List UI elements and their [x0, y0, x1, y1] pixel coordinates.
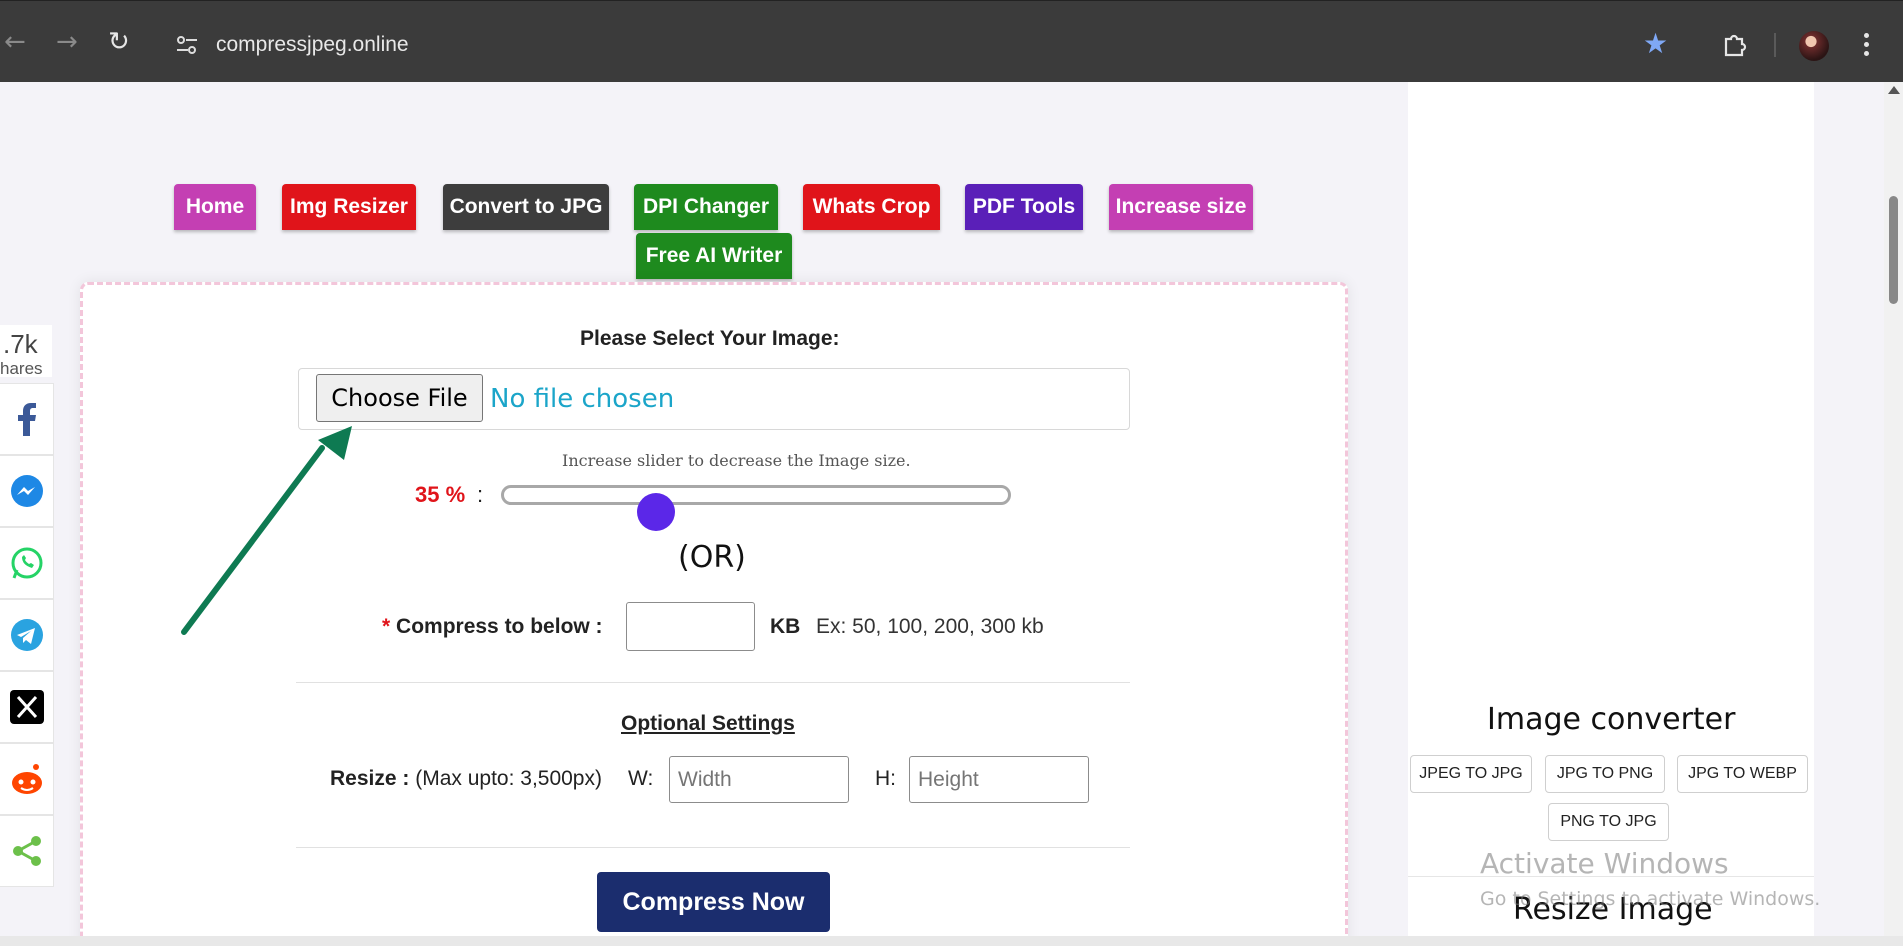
- nav-dpi-changer[interactable]: DPI Changer: [634, 184, 778, 230]
- nav-pdf-tools[interactable]: PDF Tools: [965, 184, 1083, 230]
- link-jpg-to-webp[interactable]: JPG TO WEBP: [1677, 755, 1808, 793]
- slider-colon: :: [477, 482, 484, 507]
- quality-slider-track[interactable]: [501, 485, 1011, 505]
- share-count-number: .7k: [3, 329, 38, 359]
- height-label: H:: [875, 767, 896, 790]
- nav-convert-label: Convert to JPG: [449, 195, 603, 218]
- share-generic-button[interactable]: [0, 815, 54, 887]
- compress-now-button[interactable]: Compress Now: [597, 872, 830, 932]
- select-image-label: Please Select Your Image:: [580, 327, 840, 350]
- bottom-edge: [0, 936, 1903, 946]
- choose-file-button[interactable]: Choose File: [316, 374, 483, 422]
- share-whatsapp-button[interactable]: [0, 527, 54, 599]
- scroll-up-icon[interactable]: [1888, 86, 1900, 94]
- nav-convert-to-jpg[interactable]: Convert to JPG: [443, 184, 609, 230]
- resize-max-note: (Max upto: 3,500px): [415, 767, 602, 790]
- nav-free-ai-writer[interactable]: Free AI Writer: [636, 233, 792, 279]
- activate-windows-subtext: Go to Settings to activate Windows.: [1480, 888, 1821, 910]
- site-settings-icon[interactable]: [176, 35, 198, 55]
- address-bar-url[interactable]: compressjpeg.online: [216, 33, 409, 57]
- target-kb-input[interactable]: [626, 602, 755, 651]
- share-count-label: hares: [0, 359, 43, 378]
- optional-settings-title: Optional Settings: [621, 712, 795, 735]
- no-file-chosen-text: No file chosen: [490, 384, 675, 414]
- divider: [296, 847, 1130, 848]
- compress-to-below-label: * Compress to below :: [382, 615, 603, 639]
- browser-toolbar: ← → ↻ compressjpeg.online ★: [0, 0, 1903, 82]
- profile-avatar[interactable]: [1799, 31, 1829, 61]
- nav-home-label: Home: [185, 195, 245, 218]
- link-jpg-to-png[interactable]: JPG TO PNG: [1545, 755, 1665, 793]
- share-counter: .7k hares: [0, 325, 52, 378]
- image-converter-title: Image converter: [1487, 702, 1736, 737]
- share-reddit-button[interactable]: [0, 743, 54, 815]
- resize-label-bold: Resize :: [330, 767, 410, 790]
- reload-icon[interactable]: ↻: [108, 29, 130, 55]
- telegram-icon: [10, 619, 43, 651]
- share-icon: [12, 836, 41, 866]
- nav-dpi-label: DPI Changer: [642, 195, 770, 218]
- scrollbar-thumb[interactable]: [1889, 196, 1898, 304]
- whatsapp-icon: [11, 547, 42, 579]
- slider-percent: 35 %: [415, 482, 466, 507]
- compress-label-text: Compress to below :: [396, 615, 603, 638]
- activate-windows-watermark: Activate Windows: [1480, 847, 1729, 880]
- resize-label: Resize : (Max upto: 3,500px): [330, 767, 602, 791]
- vertical-scrollbar[interactable]: [1884, 82, 1903, 940]
- share-x-button[interactable]: [0, 671, 54, 743]
- required-asterisk: *: [382, 615, 391, 638]
- height-input[interactable]: [909, 756, 1089, 803]
- facebook-icon: [17, 403, 36, 436]
- reddit-icon: [11, 764, 42, 794]
- x-icon: [9, 690, 44, 724]
- divider: [296, 682, 1130, 683]
- kb-unit-label: KB: [770, 615, 801, 638]
- messenger-icon: [10, 475, 43, 507]
- toolbar-separator: [1774, 33, 1776, 57]
- nav-home[interactable]: Home: [174, 184, 256, 230]
- share-facebook-button[interactable]: [0, 383, 54, 455]
- nav-pdf-tools-label: PDF Tools: [972, 195, 1076, 218]
- nav-whats-crop[interactable]: Whats Crop: [803, 184, 940, 230]
- forward-icon[interactable]: →: [56, 29, 78, 55]
- back-icon[interactable]: ←: [4, 29, 26, 55]
- nav-free-ai-writer-label: Free AI Writer: [645, 244, 783, 267]
- share-messenger-button[interactable]: [0, 455, 54, 527]
- bookmark-star-icon[interactable]: ★: [1643, 30, 1668, 58]
- nav-img-resizer-label: Img Resizer: [290, 195, 408, 218]
- width-input[interactable]: [669, 756, 849, 803]
- nav-increase-size-label: Increase size: [1115, 195, 1247, 218]
- quality-slider-thumb[interactable]: [636, 493, 675, 531]
- nav-whats-crop-label: Whats Crop: [812, 195, 931, 218]
- link-png-to-jpg[interactable]: PNG TO JPG: [1548, 803, 1669, 841]
- link-jpeg-to-jpg[interactable]: JPEG TO JPG: [1410, 755, 1532, 793]
- annotation-arrow-icon: [181, 426, 352, 635]
- slider-hint: Increase slider to decrease the Image si…: [562, 451, 911, 470]
- nav-increase-size[interactable]: Increase size: [1109, 184, 1253, 230]
- extensions-puzzle-icon[interactable]: [1722, 31, 1748, 57]
- menu-kebab-icon[interactable]: [1864, 33, 1870, 57]
- width-label: W:: [628, 767, 654, 790]
- nav-img-resizer[interactable]: Img Resizer: [282, 184, 416, 230]
- kb-example-text: Ex: 50, 100, 200, 300 kb: [816, 615, 1044, 638]
- share-telegram-button[interactable]: [0, 599, 54, 671]
- or-divider-text: (OR): [678, 540, 746, 575]
